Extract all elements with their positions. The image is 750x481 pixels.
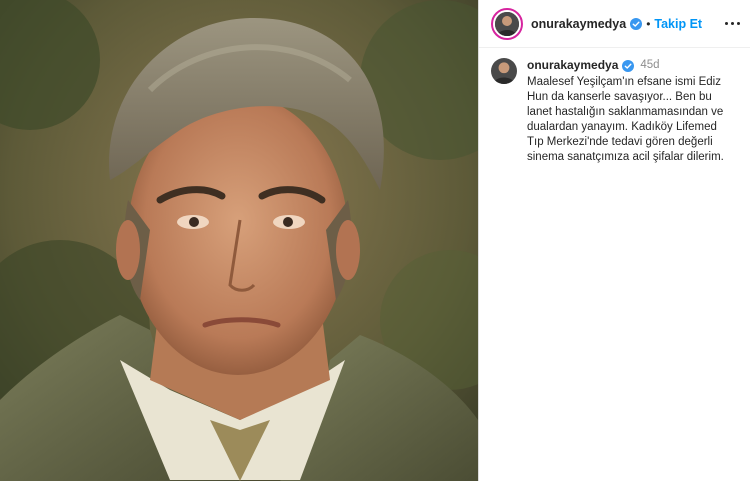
verified-badge-icon — [630, 17, 643, 30]
caption-username[interactable]: onurakaymedya — [527, 58, 618, 73]
portrait-image — [0, 0, 478, 481]
more-options-icon[interactable] — [725, 22, 740, 25]
profile-avatar[interactable] — [491, 7, 523, 40]
caption-body: onurakaymedya 45d Maalesef Yeşilçam'ın e… — [527, 58, 732, 165]
post-header: onurakaymedya • Takip Et — [479, 0, 750, 48]
follow-button[interactable]: Takip Et — [654, 17, 702, 31]
separator-dot: • — [646, 16, 651, 31]
caption-avatar[interactable] — [491, 58, 517, 84]
verified-badge-icon — [622, 59, 635, 72]
post-timestamp[interactable]: 45d — [640, 58, 659, 73]
post-photo[interactable] — [0, 0, 478, 481]
header-username[interactable]: onurakaymedya — [531, 17, 626, 31]
instagram-post: onurakaymedya • Takip Et onurakaymedya 4… — [0, 0, 750, 481]
post-caption: onurakaymedya 45d Maalesef Yeşilçam'ın e… — [479, 48, 750, 175]
caption-text: Maalesef Yeşilçam'ın efsane ismi Ediz Hu… — [527, 76, 724, 163]
post-sidebar: onurakaymedya • Takip Et onurakaymedya 4… — [478, 0, 750, 481]
caption-header: onurakaymedya 45d — [527, 58, 732, 73]
